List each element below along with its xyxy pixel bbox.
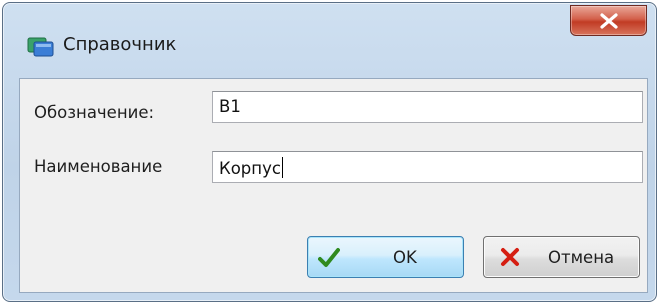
- close-icon: [600, 13, 618, 29]
- ok-button-label: OK: [393, 248, 417, 267]
- text-caret: [281, 157, 283, 178]
- close-button[interactable]: [570, 5, 647, 36]
- cancel-button-label: Отмена: [548, 248, 615, 267]
- reference-book-icon: [27, 37, 54, 57]
- designation-label: Обозначение:: [34, 103, 155, 122]
- designation-field[interactable]: B1: [212, 91, 643, 123]
- ok-button[interactable]: OK: [307, 236, 464, 278]
- window-title: Справочник: [63, 34, 177, 55]
- checkmark-icon: [318, 248, 340, 267]
- name-value: Корпус: [219, 159, 281, 178]
- dialog-content: Обозначение: B1 Наименование Корпус OK О…: [19, 78, 648, 293]
- cancel-button[interactable]: Отмена: [483, 236, 640, 278]
- title-bar[interactable]: Справочник: [3, 3, 656, 83]
- cross-icon: [501, 248, 519, 266]
- name-label: Наименование: [34, 157, 163, 176]
- dialog-window: Справочник Обозначение: B1 Наименование …: [2, 2, 657, 302]
- designation-value: B1: [219, 97, 241, 116]
- name-field[interactable]: Корпус: [212, 151, 643, 183]
